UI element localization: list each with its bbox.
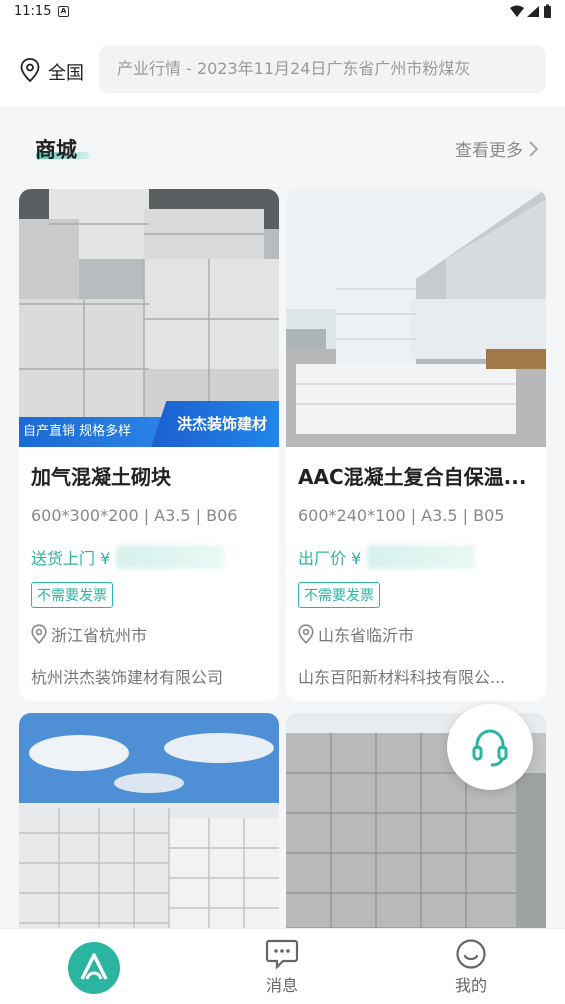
price-hidden [116, 545, 225, 569]
banner-slogan: 自产直销 规格多样 [19, 417, 169, 447]
product-title: 加气混凝土砌块 [31, 465, 171, 489]
product-image [286, 189, 546, 447]
view-more-link[interactable]: 查看更多 [455, 136, 541, 161]
product-card[interactable] [19, 713, 279, 943]
system-status-icons [509, 4, 553, 24]
mall-section-header: 商城 查看更多 [0, 130, 565, 166]
price-label: 出厂价 ¥ [298, 549, 362, 568]
location-pin-icon [20, 58, 40, 86]
price-hidden [367, 545, 476, 569]
section-title: 商城 [35, 138, 77, 162]
home-logo-icon [68, 942, 120, 994]
company-name: 山东百阳新材料科技有限公... [298, 668, 506, 687]
battery-icon [544, 6, 551, 18]
product-location: 山东省临沂市 [298, 622, 534, 646]
tab-profile-label: 我的 [454, 976, 487, 995]
chat-bubble-icon [265, 939, 299, 970]
wifi-icon [510, 5, 524, 17]
product-card[interactable]: AAC混凝土复合自保温... 600*240*100 | A3.5 | B05 … [286, 189, 546, 701]
status-bar: 11:15 A [0, 0, 565, 26]
location-label: 全国 [48, 63, 84, 84]
location-pin-icon [31, 624, 47, 644]
location-selector[interactable]: 全国 [20, 58, 84, 86]
location-pin-icon [298, 624, 314, 644]
chevron-right-icon [529, 140, 539, 157]
previous-cards-edge [0, 94, 565, 106]
product-image: 自产直销 规格多样 洪杰装饰建材 [19, 189, 279, 447]
customer-service-button[interactable] [447, 704, 533, 790]
tab-profile[interactable]: 我的 [411, 929, 531, 1004]
view-more-label: 查看更多 [455, 141, 523, 161]
smiley-face-icon [456, 939, 486, 969]
location-text: 浙江省杭州市 [51, 626, 148, 645]
product-image [19, 713, 279, 943]
status-time: 11:15 [14, 4, 52, 19]
tab-messages[interactable]: 消息 [222, 929, 342, 1004]
search-input[interactable]: 产业行情 - 2023年11月24日广东省广州市粉煤灰 [99, 45, 546, 93]
product-spec: 600*300*200 | A3.5 | B06 [31, 506, 238, 525]
signal-icon [527, 6, 539, 17]
notification-icon: A [58, 6, 69, 17]
product-card[interactable]: 自产直销 规格多样 洪杰装饰建材 加气混凝土砌块 600*300*200 | A… [19, 189, 279, 701]
headset-icon [472, 729, 508, 767]
previous-card-right [289, 94, 545, 106]
product-title: AAC混凝土复合自保温... [298, 465, 527, 489]
tab-messages-label: 消息 [265, 976, 298, 995]
product-location: 浙江省杭州市 [31, 622, 267, 646]
price-row: 出厂价 ¥ [298, 545, 534, 569]
price-row: 送货上门 ¥ [31, 545, 267, 569]
product-spec: 600*240*100 | A3.5 | B05 [298, 506, 505, 525]
promo-banner: 自产直销 规格多样 洪杰装饰建材 [19, 401, 279, 447]
bottom-tab-bar: 消息 我的 [0, 928, 565, 1004]
price-label: 送货上门 ¥ [31, 549, 111, 568]
invoice-tag: 不需要发票 [298, 582, 380, 608]
location-text: 山东省临沂市 [318, 626, 415, 645]
banner-brand: 洪杰装饰建材 [151, 401, 279, 447]
invoice-tag: 不需要发票 [31, 582, 113, 608]
tab-home[interactable] [34, 929, 154, 1004]
company-name: 杭州洪杰装饰建材有限公司 [31, 668, 224, 687]
previous-card-left [20, 94, 272, 106]
